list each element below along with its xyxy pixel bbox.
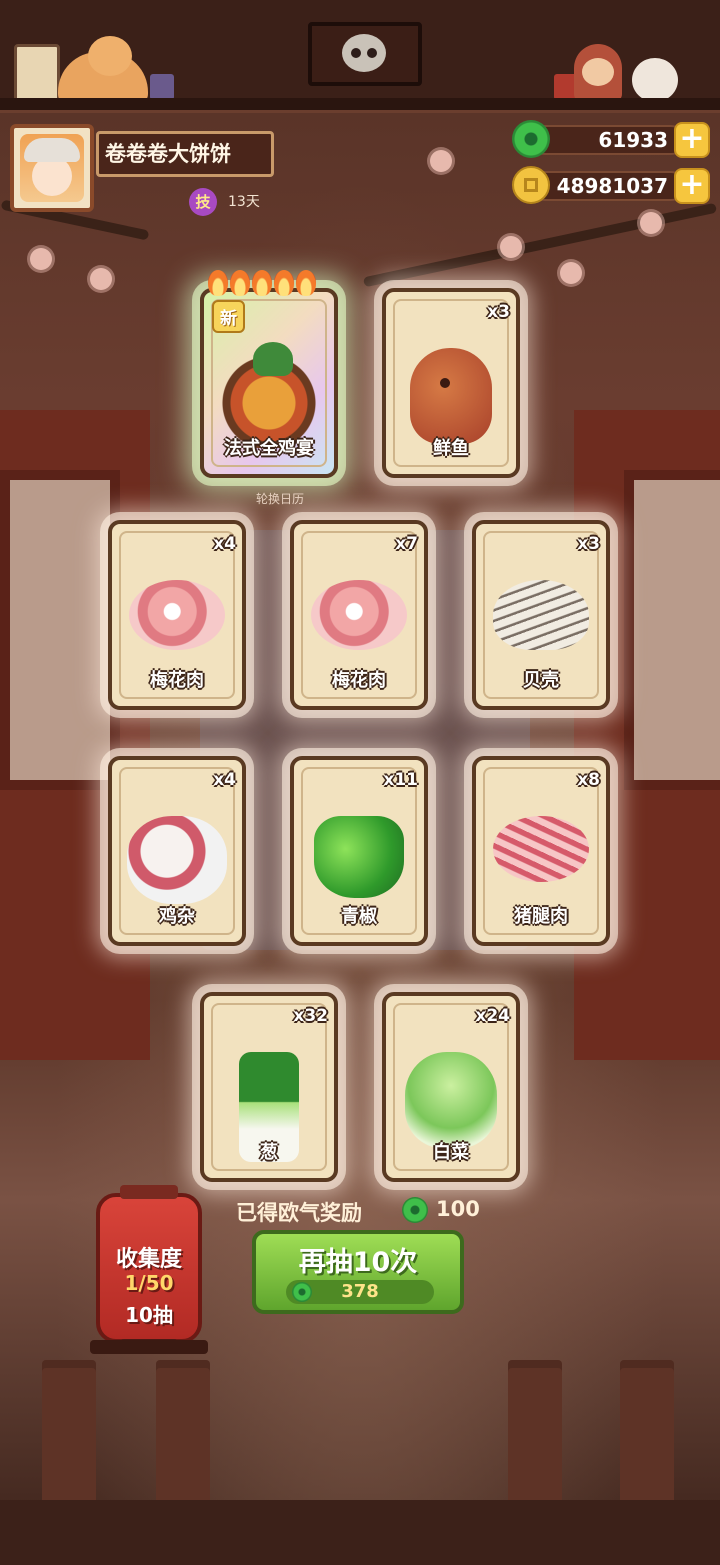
pork-icon xyxy=(129,580,225,650)
jade-icon xyxy=(512,120,550,158)
add-jade-button[interactable]: + xyxy=(674,122,710,158)
box-decoration xyxy=(150,74,174,100)
card-count: x8 xyxy=(577,770,600,790)
collection-lantern[interactable]: 收集度 1/50 10抽 xyxy=(96,1185,202,1353)
player-name: 卷卷卷大饼饼 xyxy=(96,131,274,177)
blossom-icon xyxy=(500,236,522,258)
card-label: 鸡杂 xyxy=(159,906,195,927)
feast-icon xyxy=(217,342,321,448)
card-label: 梅花肉 xyxy=(332,670,386,691)
paw-frame-decoration xyxy=(14,44,60,104)
card-count: x32 xyxy=(293,1006,328,1026)
collection-title: 收集度 xyxy=(115,1247,182,1272)
window-left xyxy=(0,410,150,1060)
fish-icon xyxy=(410,348,492,444)
giblets-icon xyxy=(127,816,227,904)
player-avatar-frame[interactable] xyxy=(10,124,94,212)
reward-label: 已得欧气奖励 xyxy=(236,1201,362,1225)
card-item[interactable]: x24 白菜 xyxy=(382,992,520,1182)
cabbage-icon xyxy=(405,1052,497,1148)
card-label: 猪腿肉 xyxy=(514,906,568,927)
flame-rating xyxy=(208,270,328,300)
card-label: 梅花肉 xyxy=(150,670,204,691)
card-item[interactable]: x32 葱 xyxy=(200,992,338,1182)
card-label: 葱 xyxy=(260,1142,278,1163)
flame-icon xyxy=(252,270,272,296)
draw-again-label: 再抽10次 xyxy=(298,1247,418,1278)
card-count: x3 xyxy=(577,534,600,554)
card-item[interactable]: x11 青椒 xyxy=(290,756,428,946)
lantern-stand xyxy=(90,1340,208,1354)
card-item[interactable]: x8 猪腿肉 xyxy=(472,756,610,946)
blossom-icon xyxy=(560,262,582,284)
orange-cat-decoration xyxy=(58,36,148,104)
flame-icon xyxy=(296,270,316,296)
card-count: x4 xyxy=(213,770,236,790)
card-label: 法式全鸡宴 xyxy=(224,438,314,459)
add-coins-button[interactable]: + xyxy=(674,168,710,204)
shell-icon xyxy=(493,580,589,650)
draw-cost: 378 xyxy=(286,1280,434,1304)
collection-progress: 1/50 xyxy=(124,1271,174,1295)
card-item[interactable]: x3 鲜鱼 xyxy=(382,288,520,478)
flame-icon xyxy=(208,270,228,296)
floor xyxy=(0,1500,720,1565)
jade-currency: 61933 + xyxy=(512,120,712,160)
card-count: x4 xyxy=(213,534,236,554)
card-featured[interactable]: 新 法式全鸡宴 xyxy=(200,270,338,478)
card-label: 青椒 xyxy=(341,906,377,927)
card-item[interactable]: x7 梅花肉 xyxy=(290,520,428,710)
jade-icon xyxy=(402,1197,428,1223)
branch-right xyxy=(362,202,718,288)
card-item[interactable]: x4 鸡杂 xyxy=(108,756,246,946)
raccoon-face-icon xyxy=(342,34,386,72)
blossom-icon xyxy=(430,150,452,172)
card-label: 鲜鱼 xyxy=(433,438,469,459)
new-badge: 新 xyxy=(212,300,245,333)
hanging-scroll-decoration xyxy=(308,22,422,86)
chef-kid-decoration xyxy=(574,44,622,102)
coin-icon xyxy=(512,166,550,204)
card-count: x24 xyxy=(475,1006,510,1026)
draw-again-button[interactable]: 再抽10次 378 xyxy=(252,1230,464,1314)
card-count: x7 xyxy=(395,534,418,554)
window-right xyxy=(574,410,720,1060)
collection-draws: 10抽 xyxy=(125,1303,173,1327)
hock-icon xyxy=(493,816,589,882)
game-scene: 卷卷卷大饼饼 技 13天 61933 + 48981037 + 新 法式全鸡宴 … xyxy=(0,0,720,1565)
draw-cost-value: 378 xyxy=(341,1281,379,1302)
rotate-calendar-label: 轮换日历 xyxy=(255,492,304,506)
card-label: 贝壳 xyxy=(523,670,559,691)
card-label: 白菜 xyxy=(433,1142,469,1163)
pork-icon xyxy=(311,580,407,650)
blossom-icon xyxy=(640,212,662,234)
flame-icon xyxy=(230,270,250,296)
card-item[interactable]: x3 贝壳 xyxy=(472,520,610,710)
white-dog-decoration xyxy=(632,58,678,102)
card-item[interactable]: x4 梅花肉 xyxy=(108,520,246,710)
jade-amount: 61933 xyxy=(598,128,668,152)
blossom-icon xyxy=(90,268,112,290)
card-count: x11 xyxy=(383,770,418,790)
pepper-icon xyxy=(314,816,404,898)
card-count: x3 xyxy=(487,302,510,322)
avatar xyxy=(20,134,84,202)
skill-badge-icon[interactable]: 技 xyxy=(189,188,217,216)
skill-days: 13天 xyxy=(228,194,260,210)
blossom-icon xyxy=(30,248,52,270)
coin-amount: 48981037 xyxy=(556,174,668,198)
coin-currency: 48981037 + xyxy=(512,166,712,206)
top-shelf xyxy=(0,98,720,113)
flame-icon xyxy=(274,270,294,296)
reward-value: 100 xyxy=(436,1197,480,1221)
